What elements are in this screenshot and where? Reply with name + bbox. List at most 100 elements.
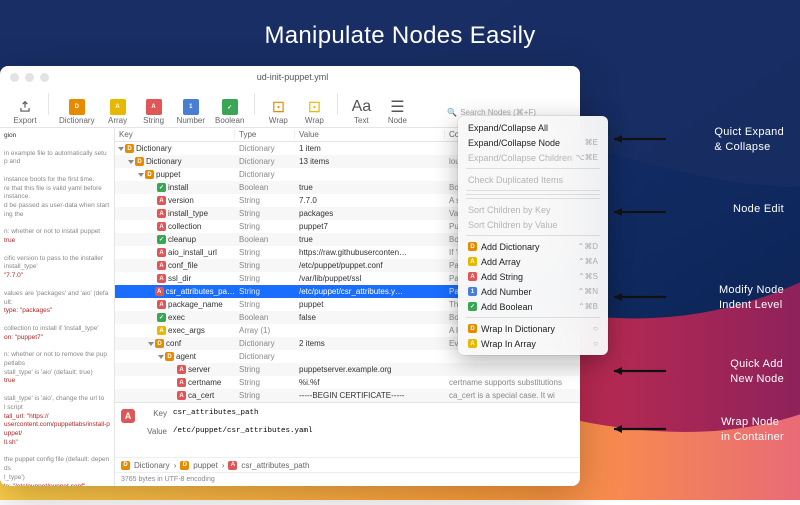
menu-item[interactable]: DAdd Dictionary⌃⌘D xyxy=(458,239,608,254)
disclosure-triangle-icon[interactable] xyxy=(158,355,164,359)
type-icon: A xyxy=(177,378,186,387)
type-icon: A xyxy=(157,300,166,309)
add-dictionary-button[interactable]: DDictionary xyxy=(55,99,99,125)
row-key: install xyxy=(168,183,188,192)
type-icon: D xyxy=(125,144,134,153)
type-icon: A xyxy=(155,287,164,296)
menu-item[interactable]: DWrap In Dictionary○ xyxy=(458,321,608,336)
type-icon: A xyxy=(157,326,166,335)
type-icon: ✓ xyxy=(157,183,166,192)
row-key: conf xyxy=(166,339,181,348)
source-code-pane[interactable]: gion in example file to automatically se… xyxy=(0,128,115,486)
dictionary-icon: D xyxy=(69,99,85,115)
row-value: 1 item xyxy=(295,144,445,153)
menu-item[interactable]: 1Add Number⌃⌘N xyxy=(458,284,608,299)
disclosure-triangle-icon[interactable] xyxy=(118,147,124,151)
menu-separator xyxy=(466,190,600,191)
string-icon: A xyxy=(146,99,162,115)
row-key: version xyxy=(168,196,194,205)
table-row[interactable]: AserverStringpuppetserver.example.org xyxy=(115,363,580,376)
table-row[interactable]: Aca_certString-----BEGIN CERTIFICATE----… xyxy=(115,389,580,402)
row-type: String xyxy=(235,287,295,296)
export-button[interactable]: Export xyxy=(8,99,42,125)
chevron-right-icon: › xyxy=(174,461,177,470)
row-key: install_type xyxy=(168,209,208,218)
wrap-button-1[interactable]: ⊡Wrap xyxy=(261,99,295,125)
menu-expand-collapse-node[interactable]: Expand/Collapse Node⌘E xyxy=(458,135,608,150)
hero-title: Manipulate Nodes Easily xyxy=(0,22,800,50)
row-value: puppet7 xyxy=(295,222,445,231)
menu-separator xyxy=(466,317,600,318)
detail-value-value[interactable]: /etc/puppet/csr_attributes.yaml xyxy=(173,427,313,436)
col-key[interactable]: Key xyxy=(115,130,235,139)
annotation-edit: Node Edit xyxy=(733,203,784,218)
string-icon: A xyxy=(228,461,237,470)
annotation-wrap: Wrap Nodein Container xyxy=(721,416,784,446)
row-value: packages xyxy=(295,209,445,218)
disclosure-triangle-icon[interactable] xyxy=(138,173,144,177)
annotation-add: Quick AddNew Node xyxy=(730,358,784,388)
type-icon: A xyxy=(468,272,477,281)
col-value[interactable]: Value xyxy=(295,130,445,139)
col-type[interactable]: Type xyxy=(235,130,295,139)
row-type: String xyxy=(235,274,295,283)
row-key: conf_file xyxy=(168,261,198,270)
menu-separator xyxy=(466,168,600,169)
add-array-button[interactable]: AArray xyxy=(101,99,135,125)
type-icon: A xyxy=(157,274,166,283)
row-value: https://raw.githubuserconten… xyxy=(295,248,445,257)
row-comment: ca_cert is a special case. It wi xyxy=(445,391,580,400)
row-type: Dictionary xyxy=(235,339,295,348)
node-mode-button[interactable]: ☰Node xyxy=(380,99,414,125)
menu-expand-collapse-all[interactable]: Expand/Collapse All xyxy=(458,120,608,135)
row-key: certname xyxy=(188,378,221,387)
type-icon: 1 xyxy=(468,287,477,296)
wrap-button-2[interactable]: ⊡Wrap xyxy=(297,99,331,125)
row-key: exec xyxy=(168,313,185,322)
row-type: String xyxy=(235,222,295,231)
number-icon: 1 xyxy=(183,99,199,115)
type-icon: D xyxy=(468,324,477,333)
row-key: server xyxy=(188,365,210,374)
menu-item[interactable]: ✓Add Boolean⌃⌘B xyxy=(458,299,608,314)
disclosure-triangle-icon[interactable] xyxy=(128,160,134,164)
menu-check-duplicated: Check Duplicated Items xyxy=(458,172,608,187)
type-icon: A xyxy=(157,248,166,257)
detail-key-value[interactable]: csr_attributes_path xyxy=(173,409,259,423)
menu-item[interactable]: AWrap In Array○ xyxy=(458,336,608,351)
row-key: Dictionary xyxy=(136,144,172,153)
row-type: Boolean xyxy=(235,235,295,244)
status-bar: 3765 bytes in UTF-8 encoding xyxy=(115,472,580,486)
row-value: %i.%f xyxy=(295,378,445,387)
type-icon: ✓ xyxy=(157,313,166,322)
type-icon: A xyxy=(157,261,166,270)
window-filename: ud-init-puppet.yml xyxy=(15,72,570,82)
text-mode-button[interactable]: AaText xyxy=(344,99,378,125)
menu-item[interactable]: AAdd Array⌃⌘A xyxy=(458,254,608,269)
add-number-button[interactable]: 1Number xyxy=(173,99,209,125)
row-key: agent xyxy=(176,352,196,361)
node-icon: ☰ xyxy=(389,99,405,115)
row-type: Boolean xyxy=(235,183,295,192)
row-type: Boolean xyxy=(235,313,295,322)
breadcrumb[interactable]: DDictionary › Dpuppet › Acsr_attributes_… xyxy=(115,457,580,472)
type-icon: D xyxy=(155,339,164,348)
disclosure-triangle-icon[interactable] xyxy=(148,342,154,346)
type-icon: D xyxy=(145,170,154,179)
add-string-button[interactable]: AString xyxy=(137,99,171,125)
type-icon: A xyxy=(468,339,477,348)
row-key: ssl_dir xyxy=(168,274,191,283)
row-key: csr_attributes_pa… xyxy=(166,287,235,296)
menu-item[interactable]: AAdd String⌃⌘S xyxy=(458,269,608,284)
boolean-icon: ✓ xyxy=(222,99,238,115)
table-row[interactable]: AcertnameString%i.%fcertname supports su… xyxy=(115,376,580,389)
menu-separator xyxy=(466,194,600,195)
dictionary-icon: D xyxy=(180,461,189,470)
row-key: puppet xyxy=(156,170,180,179)
type-icon: D xyxy=(135,157,144,166)
add-boolean-button[interactable]: ✓Boolean xyxy=(211,99,248,125)
detail-key-label: Key xyxy=(141,409,167,423)
row-key: aio_install_url xyxy=(168,248,217,257)
toolbar-separator xyxy=(337,93,338,115)
annotation-indent: Modify NodeIndent Level xyxy=(719,284,784,314)
